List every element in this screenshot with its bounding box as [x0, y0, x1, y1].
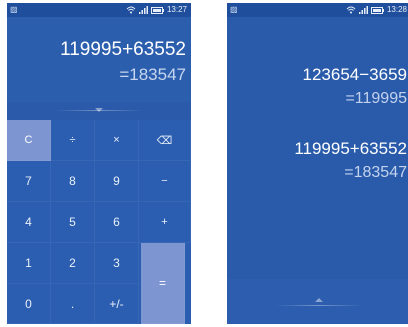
wifi-icon	[346, 6, 356, 14]
status-bar: ▨ 13:28	[227, 3, 408, 17]
digit-0-key[interactable]: 0	[7, 284, 51, 324]
digit-2-key[interactable]: 2	[51, 243, 95, 284]
history-expression: 123654−3659	[302, 65, 407, 84]
calculator-display: 119995+63552 =183547	[7, 17, 191, 102]
digit-8-key[interactable]: 8	[51, 161, 95, 202]
decimal-key[interactable]: .	[51, 284, 95, 324]
backspace-key[interactable]: ⌫	[139, 120, 191, 161]
chevron-up-icon	[315, 298, 323, 302]
image-icon: ▨	[10, 5, 18, 14]
digit-3-key[interactable]: 3	[95, 243, 139, 284]
digit-7-key[interactable]: 7	[7, 161, 51, 202]
expression-text: 119995+63552	[60, 39, 186, 60]
status-time: 13:27	[166, 5, 187, 14]
status-bar: ▨ 13:27	[7, 3, 191, 17]
history-panel[interactable]: 123654−3659 =119995 119995+63552 =183547	[227, 17, 408, 279]
keypad: C ÷ × ⌫ 7 8 9 − 4 5 6 + 1 2 3 = 0 . +/-	[7, 120, 191, 324]
digit-9-key[interactable]: 9	[95, 161, 139, 202]
history-drawer-handle[interactable]	[7, 102, 191, 120]
image-icon: ▨	[230, 5, 238, 14]
plus-key[interactable]: +	[139, 202, 191, 243]
clear-key[interactable]: C	[7, 120, 51, 161]
status-time: 13:28	[386, 5, 407, 14]
chevron-down-icon	[95, 108, 103, 112]
sign-toggle-key[interactable]: +/-	[95, 284, 139, 324]
multiply-key[interactable]: ×	[95, 120, 139, 161]
signal-icon	[138, 6, 148, 14]
minus-key[interactable]: −	[139, 161, 191, 202]
battery-icon	[150, 6, 164, 14]
wifi-icon	[126, 6, 136, 14]
calculator-screen-keypad: ▨ 13:27 119995+63552 =183547 C ÷ × ⌫ 7 8…	[7, 3, 191, 324]
digit-4-key[interactable]: 4	[7, 202, 51, 243]
digit-5-key[interactable]: 5	[51, 202, 95, 243]
result-text: =183547	[119, 65, 186, 84]
battery-icon	[370, 6, 384, 14]
equals-key[interactable]: =	[141, 243, 185, 324]
history-drawer-handle[interactable]	[227, 279, 408, 324]
signal-icon	[358, 6, 368, 14]
digit-6-key[interactable]: 6	[95, 202, 139, 243]
history-result: =119995	[345, 90, 407, 107]
history-result: =183547	[344, 164, 407, 181]
calculator-screen-history: ▨ 13:28 123654−3659 =119995 119995+63552…	[227, 3, 408, 324]
history-expression: 119995+63552	[294, 139, 407, 158]
digit-1-key[interactable]: 1	[7, 243, 51, 284]
divide-key[interactable]: ÷	[51, 120, 95, 161]
